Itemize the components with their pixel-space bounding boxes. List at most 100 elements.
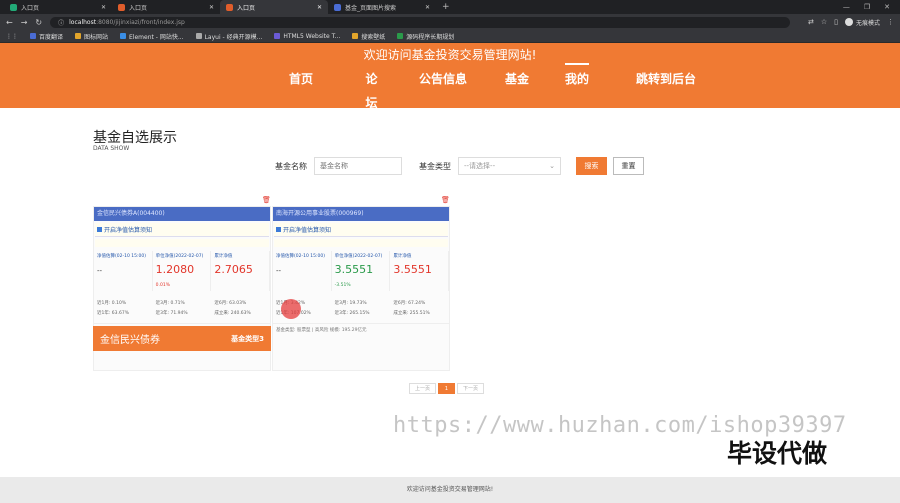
apps-icon[interactable]: ⋮⋮ xyxy=(6,33,18,40)
fund-footer: 基金类型: 股票型 | 高风险 规模: 195.29亿元 xyxy=(273,323,449,333)
bookmark-item[interactable]: 百度翻译 xyxy=(30,32,63,41)
metric-value: 3.5551 -3.51% xyxy=(334,263,374,288)
close-tab-icon[interactable]: ✕ xyxy=(101,4,106,11)
return-item: 成立来: 255.51% xyxy=(393,311,430,316)
delete-icon[interactable]: 🗑 xyxy=(441,196,450,204)
bookmark-item[interactable]: Layui - 经典开源模... xyxy=(195,32,262,41)
section-title: 基金自选展示 xyxy=(93,130,177,146)
section-subtitle: DATA SHOW xyxy=(93,145,130,152)
next-page-button[interactable]: 下一页 xyxy=(457,383,485,394)
pagination: 上一页 1 下一页 xyxy=(409,383,485,394)
menu-item-notices[interactable]: 公告信息 xyxy=(419,63,467,87)
fund-type: 基金类型3 xyxy=(231,334,264,343)
bookmark-item[interactable]: 图标网站 xyxy=(75,32,108,41)
back-icon[interactable]: ← xyxy=(6,18,13,27)
checkbox-icon xyxy=(276,227,281,232)
reload-icon[interactable]: ↻ xyxy=(35,18,42,27)
close-window-icon[interactable]: ✕ xyxy=(884,0,890,14)
metric-value: 3.5551 xyxy=(393,263,432,276)
menu-item-mine[interactable]: 我的 xyxy=(565,63,589,87)
browser-toolbar: ← → ↻ ⓘ localhost:8080/jijinxiazi/front/… xyxy=(0,14,900,30)
bookmark-icon xyxy=(397,33,404,39)
url-path: :8080/jijinxiazi/front/index.jsp xyxy=(96,18,185,26)
menu-item-admin[interactable]: 跳转到后台 xyxy=(635,63,697,87)
sidebar-icon[interactable]: ▯ xyxy=(834,18,838,26)
page-number[interactable]: 1 xyxy=(438,383,456,394)
tab-favicon-icon xyxy=(226,3,233,11)
tab-label: 入口页 xyxy=(129,4,148,12)
close-tab-icon[interactable]: ✕ xyxy=(317,4,322,11)
maximize-icon[interactable]: ❐ xyxy=(864,0,870,14)
promo-stamp: 毕设代做 xyxy=(727,439,828,468)
browser-tab[interactable]: 入口页 ✕ xyxy=(4,0,112,14)
tab-label: 基金_页面图片搜索 xyxy=(345,4,397,12)
notice-text: 开启净值估算须知 xyxy=(104,227,153,234)
notice-detail xyxy=(274,239,448,247)
menu-item-funds[interactable]: 基金 xyxy=(505,63,529,87)
url-host: localhost xyxy=(69,18,97,26)
metric-estimate: 净值估算(02-10 15:00) -- xyxy=(94,251,153,291)
chevron-down-icon: ⌄ xyxy=(549,162,555,170)
metric-label: 单位净值(2022-02-07) xyxy=(334,254,383,259)
info-icon[interactable]: ⓘ xyxy=(58,18,64,27)
search-bar: 基金名称 基金类型 --请选择-- ⌄ 搜索 重置 xyxy=(275,157,644,175)
star-icon[interactable]: ☆ xyxy=(821,18,827,26)
bookmark-icon xyxy=(274,33,281,39)
metric-unit-nav: 单位净值(2022-02-07) 1.2080 0.01% xyxy=(153,251,212,291)
site-footer: 欢迎访问基金投资交易管理网站! xyxy=(0,477,900,503)
notice-detail xyxy=(95,239,269,247)
return-rows: 近1年: 63.67% 近3年: 71.94% 成立来: 240.63% xyxy=(94,310,270,316)
incognito-label: 无痕模式 xyxy=(855,19,880,27)
close-tab-icon[interactable]: ✕ xyxy=(425,4,430,11)
browser-tab-active[interactable]: 入口页 ✕ xyxy=(220,0,328,14)
address-bar[interactable]: ⓘ localhost:8080/jijinxiazi/front/index.… xyxy=(50,16,791,28)
search-button[interactable]: 搜索 xyxy=(576,157,607,175)
return-item: 近3年: 71.94% xyxy=(155,311,188,316)
bookmark-item[interactable]: HTML5 Website T... xyxy=(274,33,340,40)
delete-icon[interactable]: 🗑 xyxy=(262,196,271,204)
forward-icon[interactable]: → xyxy=(21,18,28,27)
return-item: 近1年: 63.67% xyxy=(97,311,129,316)
browser-tab[interactable]: 基金_页面图片搜索 ✕ xyxy=(328,0,436,14)
tab-label: 入口页 xyxy=(237,4,256,12)
notice-text: 开启净值估算须知 xyxy=(283,227,332,234)
estimate-notice: 开启净值估算须知 xyxy=(95,223,269,237)
tab-favicon-icon xyxy=(118,3,125,11)
metric-label: 净值估算(02-10 15:00) xyxy=(97,254,146,259)
bookmark-icon xyxy=(352,33,359,39)
bookmark-item[interactable]: 搜索壁纸 xyxy=(352,32,385,41)
metric-total-nav: 累计净值 2.7065 xyxy=(211,251,270,291)
return-item: 近3年: 265.15% xyxy=(334,311,370,316)
menu-icon[interactable]: ⋮ xyxy=(887,18,894,26)
fund-name-label: 基金名称 xyxy=(275,161,307,171)
new-tab-button[interactable]: + xyxy=(442,0,450,14)
fund-card-banner[interactable]: 金信民兴债券 基金类型3 xyxy=(93,326,271,351)
metric-value: -- xyxy=(276,267,282,275)
bookmark-icon xyxy=(195,33,202,39)
return-item: 近6月: 67.24% xyxy=(393,301,426,306)
bookmark-item[interactable]: 源码程序长期规划 xyxy=(397,32,454,41)
minimize-icon[interactable]: — xyxy=(843,0,850,14)
tab-favicon-icon xyxy=(334,3,341,11)
site-title: 欢迎访问基金投资交易管理网站! xyxy=(363,48,537,62)
tab-favicon-icon xyxy=(10,3,17,11)
fund-name-input[interactable] xyxy=(314,157,402,175)
return-item: 成立来: 240.63% xyxy=(214,311,251,316)
bookmark-item[interactable]: Element - 网站快... xyxy=(120,32,184,41)
fund-card[interactable]: 南海开源公用事业股票(000969) 开启净值估算须知 净值估算(02-10 1… xyxy=(272,206,450,371)
incognito-indicator[interactable]: 无痕模式 xyxy=(844,18,880,27)
close-tab-icon[interactable]: ✕ xyxy=(209,4,214,11)
return-item: 近6月: 63.03% xyxy=(214,301,247,306)
bookmark-label: 搜索壁纸 xyxy=(361,33,386,41)
bookmark-icon xyxy=(75,33,82,39)
menu-item-forum[interactable]: 论坛 xyxy=(360,63,383,110)
menu-item-home[interactable]: 首页 xyxy=(278,63,324,87)
prev-page-button[interactable]: 上一页 xyxy=(409,383,437,394)
browser-tab[interactable]: 入口页 ✕ xyxy=(112,0,220,14)
fund-type-select[interactable]: --请选择-- ⌄ xyxy=(458,157,561,175)
bookmark-label: Element - 网站快... xyxy=(129,33,184,41)
reset-button[interactable]: 重置 xyxy=(613,157,644,175)
fund-type-placeholder: --请选择-- xyxy=(464,162,496,170)
metric-estimate: 净值估算(02-10 15:00) -- xyxy=(273,251,332,291)
translate-icon[interactable]: ⇄ xyxy=(808,18,814,26)
